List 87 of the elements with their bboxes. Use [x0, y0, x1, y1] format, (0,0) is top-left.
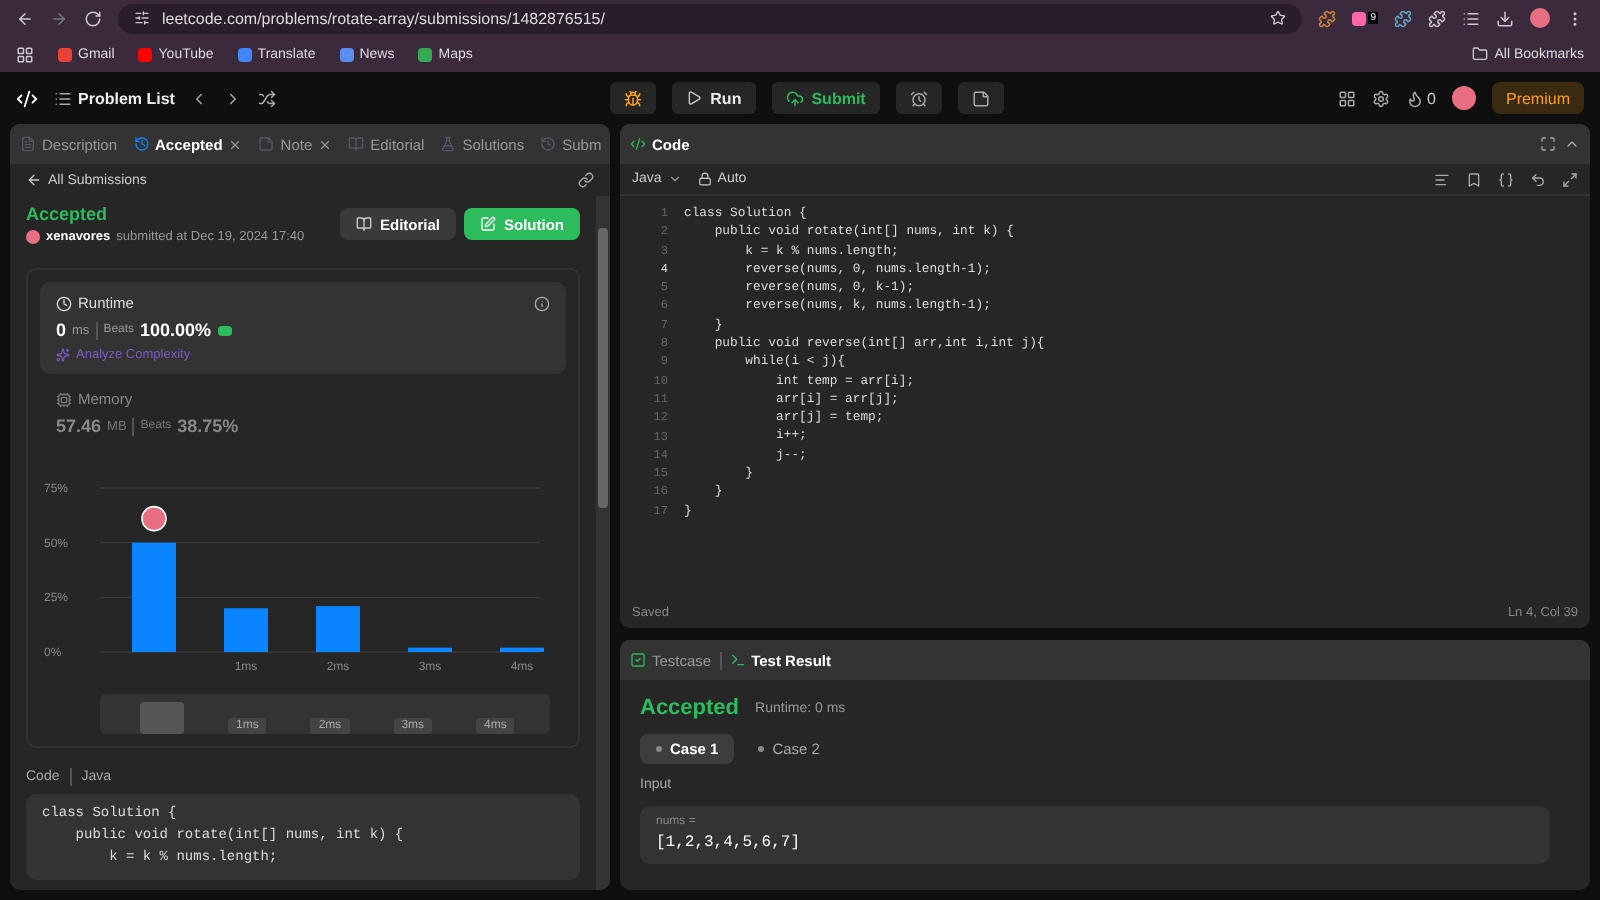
problem-list-link[interactable]: Problem List [54, 89, 175, 107]
bar [500, 647, 544, 652]
site-icon [339, 47, 354, 61]
format-icon[interactable] [1434, 171, 1450, 187]
link-icon[interactable] [578, 172, 594, 188]
note-icon [971, 89, 990, 107]
checkbox-icon [630, 652, 646, 668]
bar [408, 647, 452, 652]
avatar-marker [141, 505, 167, 532]
close-icon[interactable] [228, 137, 243, 151]
bar [224, 608, 268, 652]
extension-icon[interactable] [1394, 9, 1412, 27]
terminal-icon [729, 652, 746, 668]
expand-icon[interactable] [1562, 171, 1578, 187]
badge-icon [217, 325, 232, 335]
note-icon [258, 136, 275, 152]
runtime-value: 0 [56, 320, 67, 340]
profile-avatar[interactable] [1530, 8, 1550, 28]
back-icon[interactable] [16, 9, 34, 27]
submit-button[interactable]: Submit [771, 82, 880, 114]
braces-icon[interactable] [1498, 171, 1514, 187]
site-icon [237, 47, 252, 61]
streak-count: 0 [1427, 89, 1436, 107]
scrollbar-thumb[interactable] [598, 228, 608, 508]
book-icon [355, 216, 372, 232]
extension-icon[interactable] [1318, 9, 1337, 27]
alarm-clock-icon [909, 89, 928, 107]
chip-icon [56, 391, 72, 407]
range-handle[interactable] [140, 702, 184, 734]
memory-beats: 38.75% [177, 416, 239, 436]
timer-button[interactable] [895, 82, 942, 114]
star-icon[interactable] [1270, 10, 1287, 26]
user-avatar [26, 230, 40, 244]
settings-icon[interactable] [1371, 89, 1390, 107]
shuffle-icon[interactable] [258, 89, 277, 107]
lock-icon [697, 172, 712, 186]
extension-icon[interactable] [1352, 11, 1367, 25]
flask-icon [440, 136, 457, 152]
pen-icon [480, 216, 496, 232]
sparkles-icon [56, 348, 70, 362]
runtime-beats: 100.00% [140, 320, 212, 340]
flame-icon [1405, 89, 1424, 107]
bar [316, 606, 360, 652]
site-settings-icon [134, 10, 150, 26]
history-icon [133, 136, 150, 152]
back-arrow-icon [26, 172, 42, 188]
play-icon [686, 90, 703, 106]
collapse-icon[interactable] [1564, 136, 1580, 152]
bookmark-icon[interactable] [1466, 171, 1482, 187]
debug-button[interactable] [610, 82, 657, 114]
code-icon [630, 136, 646, 152]
reload-icon[interactable] [84, 9, 102, 27]
download-icon[interactable] [1496, 9, 1514, 27]
folder-icon [1472, 46, 1489, 62]
user-avatar[interactable] [1451, 86, 1476, 110]
dot-icon [656, 746, 662, 752]
extensions-icon[interactable] [1428, 9, 1446, 27]
input-value: [1,2,3,4,5,6,7] [656, 834, 803, 855]
apps-icon[interactable] [16, 45, 34, 63]
site-icon [418, 47, 433, 61]
bug-icon [624, 89, 643, 107]
notes-button[interactable] [957, 82, 1004, 114]
address-bar[interactable]: leetcode.com/problems/rotate-array/submissions/1482876515/ [118, 3, 1303, 33]
book-icon [348, 136, 365, 152]
result-status: Accepted [640, 696, 740, 720]
cloud-upload-icon [785, 89, 804, 107]
submission-status: Accepted [26, 204, 110, 224]
list-icon [54, 89, 72, 107]
chevron-down-icon [667, 172, 682, 186]
document-icon [20, 136, 36, 152]
premium-button[interactable]: Premium [1491, 82, 1584, 114]
site-icon [138, 47, 153, 61]
reading-list-icon[interactable] [1462, 9, 1480, 27]
close-icon[interactable] [318, 137, 333, 151]
clock-icon [56, 295, 72, 311]
undo-icon[interactable] [1530, 171, 1546, 187]
bar [132, 542, 176, 652]
fullscreen-icon[interactable] [1540, 136, 1556, 152]
dot-icon [758, 746, 765, 752]
layout-icon[interactable] [1337, 89, 1356, 107]
memory-value: 57.46 [56, 416, 102, 436]
forward-icon[interactable] [50, 9, 68, 27]
logo-icon[interactable] [16, 87, 38, 109]
site-icon [58, 47, 72, 61]
history-icon [540, 136, 557, 152]
run-button[interactable]: Run [672, 82, 756, 114]
info-icon[interactable] [534, 295, 550, 311]
